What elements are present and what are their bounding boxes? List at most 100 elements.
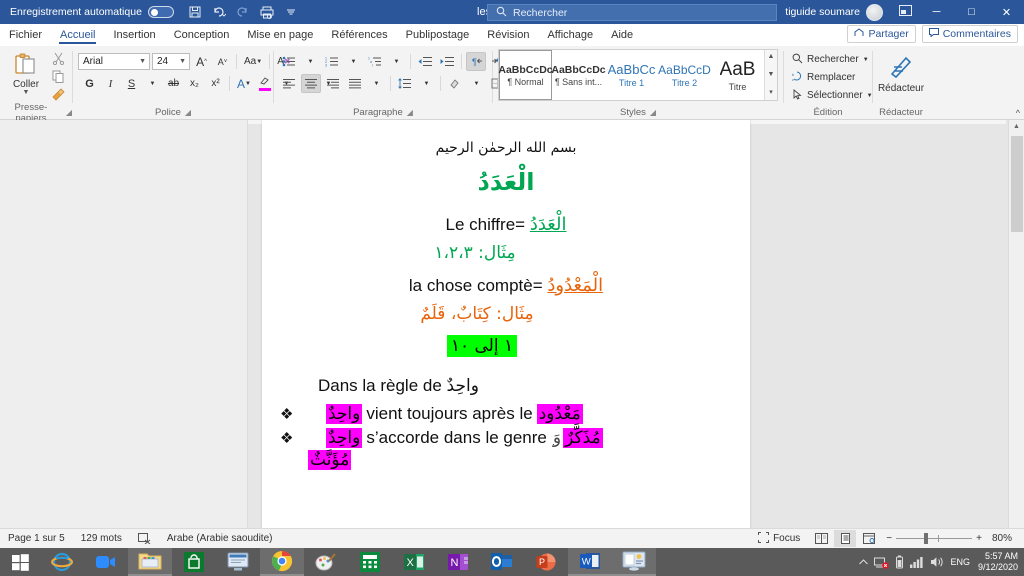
scroll-up-icon[interactable]: ▲ — [1009, 120, 1024, 134]
styles-scroll-down-icon[interactable]: ▼ — [765, 69, 777, 81]
format-painter-button[interactable] — [49, 86, 67, 103]
print-layout-button[interactable] — [834, 530, 857, 547]
ribbon-display-options-icon[interactable] — [891, 5, 919, 19]
scrollbar-thumb[interactable] — [1011, 136, 1023, 232]
collapse-ribbon-button[interactable]: ^ — [1016, 108, 1020, 118]
customize-qat-icon[interactable] — [280, 2, 302, 22]
bold-button[interactable]: G — [80, 74, 99, 93]
zoom-track[interactable] — [896, 533, 973, 544]
account-name[interactable]: tiguide soumare — [785, 6, 866, 18]
powerpoint-icon[interactable]: P — [524, 548, 568, 576]
style-sans-interligne[interactable]: AaBbCcDc ¶ Sans int... — [551, 50, 605, 100]
bullets-chevron-down-icon[interactable]: ▼ — [301, 52, 320, 71]
select-button[interactable]: Sélectionner ▼ — [789, 87, 876, 104]
tab-accueil[interactable]: Accueil — [51, 24, 104, 45]
show-hidden-icons-button[interactable] — [859, 558, 869, 566]
tab-publipostage[interactable]: Publipostage — [397, 24, 479, 45]
zoom-thumb[interactable] — [924, 533, 929, 544]
microsoft-store-icon[interactable] — [172, 548, 216, 576]
paste-button[interactable]: Coller ▼ — [5, 50, 47, 96]
zoom-out-button[interactable]: − — [886, 533, 892, 544]
page-indicator[interactable]: Page 1 sur 5 — [0, 533, 73, 544]
italic-button[interactable]: I — [101, 74, 120, 93]
word-count[interactable]: 129 mots — [73, 533, 130, 544]
search-input[interactable]: Rechercher — [513, 7, 567, 19]
language-indicator[interactable]: Arabe (Arabie saoudite) — [159, 533, 281, 544]
signal-icon[interactable] — [910, 556, 924, 568]
decrease-indent-button[interactable] — [415, 52, 435, 71]
grow-font-button[interactable]: A ^ — [192, 52, 211, 71]
autosave-toggle[interactable] — [147, 6, 174, 18]
clock[interactable]: 5:57 AM 9/12/2020 — [976, 551, 1018, 573]
shrink-font-button[interactable]: A ˅ — [213, 52, 232, 71]
align-left-button[interactable] — [279, 74, 299, 93]
tab-fichier[interactable]: Fichier — [0, 24, 51, 45]
tab-revision[interactable]: Révision — [478, 24, 538, 45]
search-box[interactable]: Rechercher — [487, 4, 777, 21]
focus-mode-button[interactable]: Focus — [750, 531, 808, 546]
control-panel-icon[interactable] — [612, 548, 656, 576]
line-spacing-button[interactable] — [395, 74, 415, 93]
align-right-button[interactable] — [323, 74, 343, 93]
style-titre-2[interactable]: AaBbCcD Titre 2 — [658, 50, 711, 100]
zoom-icon[interactable] — [84, 548, 128, 576]
multilevel-list-button[interactable]: 1ai — [365, 52, 385, 71]
zoom-in-button[interactable]: + — [976, 533, 982, 544]
styles-gallery[interactable]: AaBbCcDc ¶ Normal AaBbCcDc ¶ Sans int...… — [498, 49, 778, 101]
styles-more-icon[interactable]: ▾ — [765, 87, 777, 99]
paste-chevron-down-icon[interactable]: ▼ — [23, 89, 30, 96]
vertical-scrollbar[interactable]: ▲ — [1008, 120, 1024, 528]
style-normal[interactable]: AaBbCcDc ¶ Normal — [498, 50, 553, 100]
google-chrome-icon[interactable] — [260, 548, 304, 576]
font-name-combo[interactable]: Arial ▼ — [78, 53, 150, 70]
autosave-control[interactable]: Enregistrement automatique — [0, 6, 174, 18]
cut-button[interactable] — [49, 50, 67, 67]
tab-references[interactable]: Références — [322, 24, 396, 45]
highlight-button[interactable] — [256, 74, 275, 93]
style-titre[interactable]: AaB Titre — [711, 50, 764, 100]
numbering-chevron-down-icon[interactable]: ▼ — [344, 52, 363, 71]
numbering-button[interactable]: 123 — [322, 52, 342, 71]
file-explorer-icon[interactable] — [128, 548, 172, 576]
superscript-button[interactable]: x² — [206, 74, 225, 93]
justify-button[interactable] — [345, 74, 365, 93]
tab-insertion[interactable]: Insertion — [104, 24, 164, 45]
minimize-button[interactable]: ─ — [919, 0, 954, 24]
zoom-slider[interactable]: − + — [882, 533, 986, 544]
zoom-level[interactable]: 80% — [988, 533, 1016, 544]
remote-desktop-icon[interactable] — [216, 548, 260, 576]
tab-affichage[interactable]: Affichage — [538, 24, 602, 45]
share-button[interactable]: Partager — [847, 25, 916, 43]
shading-chevron-down-icon[interactable]: ▼ — [467, 74, 486, 93]
word-icon[interactable]: W — [568, 548, 612, 576]
calculator-icon[interactable] — [348, 548, 392, 576]
paragraph-dialog-launcher-icon[interactable]: ◢ — [407, 108, 413, 117]
comments-button[interactable]: Commentaires — [921, 25, 1018, 43]
copy-button[interactable] — [49, 68, 67, 85]
bullets-button[interactable] — [279, 52, 299, 71]
font-dialog-launcher-icon[interactable]: ◢ — [185, 108, 191, 117]
undo-icon[interactable] — [208, 2, 230, 22]
styles-scroll-up-icon[interactable]: ▲ — [765, 51, 777, 63]
underline-button[interactable]: S — [122, 74, 141, 93]
shading-button[interactable] — [445, 74, 465, 93]
outlook-icon[interactable] — [480, 548, 524, 576]
styles-gallery-scroll[interactable]: ▲ ▼ ▾ — [764, 50, 777, 100]
network-error-icon[interactable] — [874, 556, 890, 569]
rtl-text-direction-button[interactable]: ¶ — [466, 52, 486, 71]
text-effects-button[interactable]: A ▼ — [234, 74, 254, 93]
paint-icon[interactable] — [304, 548, 348, 576]
increase-indent-button[interactable] — [437, 52, 457, 71]
close-button[interactable]: ✕ — [989, 0, 1024, 24]
align-center-button[interactable] — [301, 74, 321, 93]
change-case-button[interactable]: Aa ▼ — [241, 52, 265, 71]
maximize-button[interactable]: □ — [954, 0, 989, 24]
underline-chevron-down-icon[interactable]: ▼ — [143, 74, 162, 93]
avatar[interactable] — [866, 3, 883, 21]
document-canvas[interactable]: بسم الله الرحمٰن الرحيم الْعَدَدُ Le chi… — [0, 120, 1024, 528]
onenote-icon[interactable]: N — [436, 548, 480, 576]
font-size-combo[interactable]: 24 ▼ — [152, 53, 190, 70]
battery-icon[interactable] — [895, 555, 904, 569]
styles-dialog-launcher-icon[interactable]: ◢ — [650, 108, 656, 117]
print-preview-icon[interactable] — [256, 2, 278, 22]
